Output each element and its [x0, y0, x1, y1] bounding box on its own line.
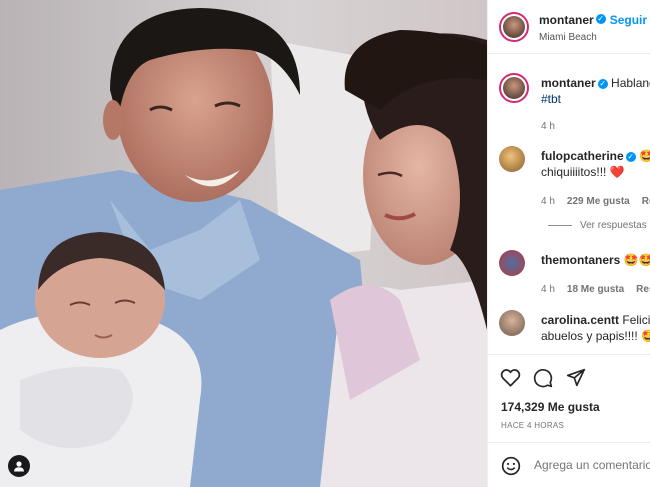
share-icon[interactable] — [566, 368, 586, 387]
post-timestamp[interactable]: HACE 4 HORAS — [501, 421, 564, 430]
photo-illustration — [0, 0, 487, 487]
post-location[interactable]: Miami Beach — [539, 32, 647, 43]
comment-input[interactable] — [534, 458, 650, 472]
caption-meta: 4 h — [541, 119, 650, 135]
verified-icon: ✓ — [595, 14, 606, 25]
add-comment-bar — [488, 442, 650, 487]
comment-reply-button[interactable]: Resp — [642, 196, 650, 207]
comment-meta: 4 h 229 Me gusta Resp — [541, 194, 650, 210]
comment-text-cont: chiquiiiitos!!! ❤️ — [541, 165, 625, 179]
author-avatar[interactable] — [499, 11, 529, 42]
comment-text: 🤩🤩 — [623, 253, 650, 267]
author-username[interactable]: montaner — [539, 13, 594, 27]
post-actions — [488, 354, 650, 395]
comment-text-cont: abuelos y papis!!!! 🤩 — [541, 329, 650, 343]
comment-avatar[interactable] — [499, 146, 525, 172]
comment-author[interactable]: themontaners — [541, 253, 620, 267]
heart-icon[interactable] — [500, 368, 521, 387]
comment-reply-button[interactable]: Respo — [636, 284, 650, 295]
emoji-icon[interactable] — [501, 456, 521, 476]
comment-time[interactable]: 4 h — [541, 284, 555, 295]
post-sidebar: montaner ✓ Seguir Miami Beach montaner ✓ Ha… — [487, 0, 650, 487]
person-tag-icon — [14, 461, 24, 472]
post-photo[interactable] — [0, 0, 487, 487]
comment-avatar[interactable] — [499, 310, 525, 336]
likes-count[interactable]: 174,329 Me gusta — [501, 400, 600, 414]
comment-time[interactable]: 4 h — [541, 196, 555, 207]
caption-text: Habland — [611, 76, 650, 90]
caption-avatar[interactable] — [499, 73, 529, 103]
comment-meta: 4 h 18 Me gusta Respo — [541, 282, 650, 298]
comment-avatar[interactable] — [499, 250, 525, 276]
view-replies-label: Ver respuestas (23) — [580, 220, 650, 231]
post-header: montaner ✓ Seguir Miami Beach — [488, 0, 650, 54]
view-replies-button[interactable]: Ver respuestas (23) — [548, 220, 650, 231]
comment-text: 🤩 — [639, 149, 650, 163]
comment-likes[interactable]: 18 Me gusta — [567, 284, 624, 295]
person-tag-button[interactable] — [8, 455, 30, 477]
caption-time[interactable]: 4 h — [541, 121, 555, 132]
comment-author[interactable]: carolina.centt — [541, 313, 619, 327]
comment-icon[interactable] — [533, 368, 553, 388]
comment-likes[interactable]: 229 Me gusta — [567, 196, 630, 207]
caption-hashtag[interactable]: #tbt — [541, 92, 561, 106]
verified-icon: ✓ — [625, 151, 636, 162]
comments-list: montaner✓ Habland #tbt 4 h fulopcatherin… — [488, 54, 650, 354]
follow-button[interactable]: Seguir — [610, 13, 647, 27]
verified-icon: ✓ — [597, 78, 608, 89]
comment-author[interactable]: fulopcatherine — [541, 149, 624, 163]
caption-author[interactable]: montaner — [541, 76, 596, 90]
comment-text: Felicit — [622, 313, 650, 327]
